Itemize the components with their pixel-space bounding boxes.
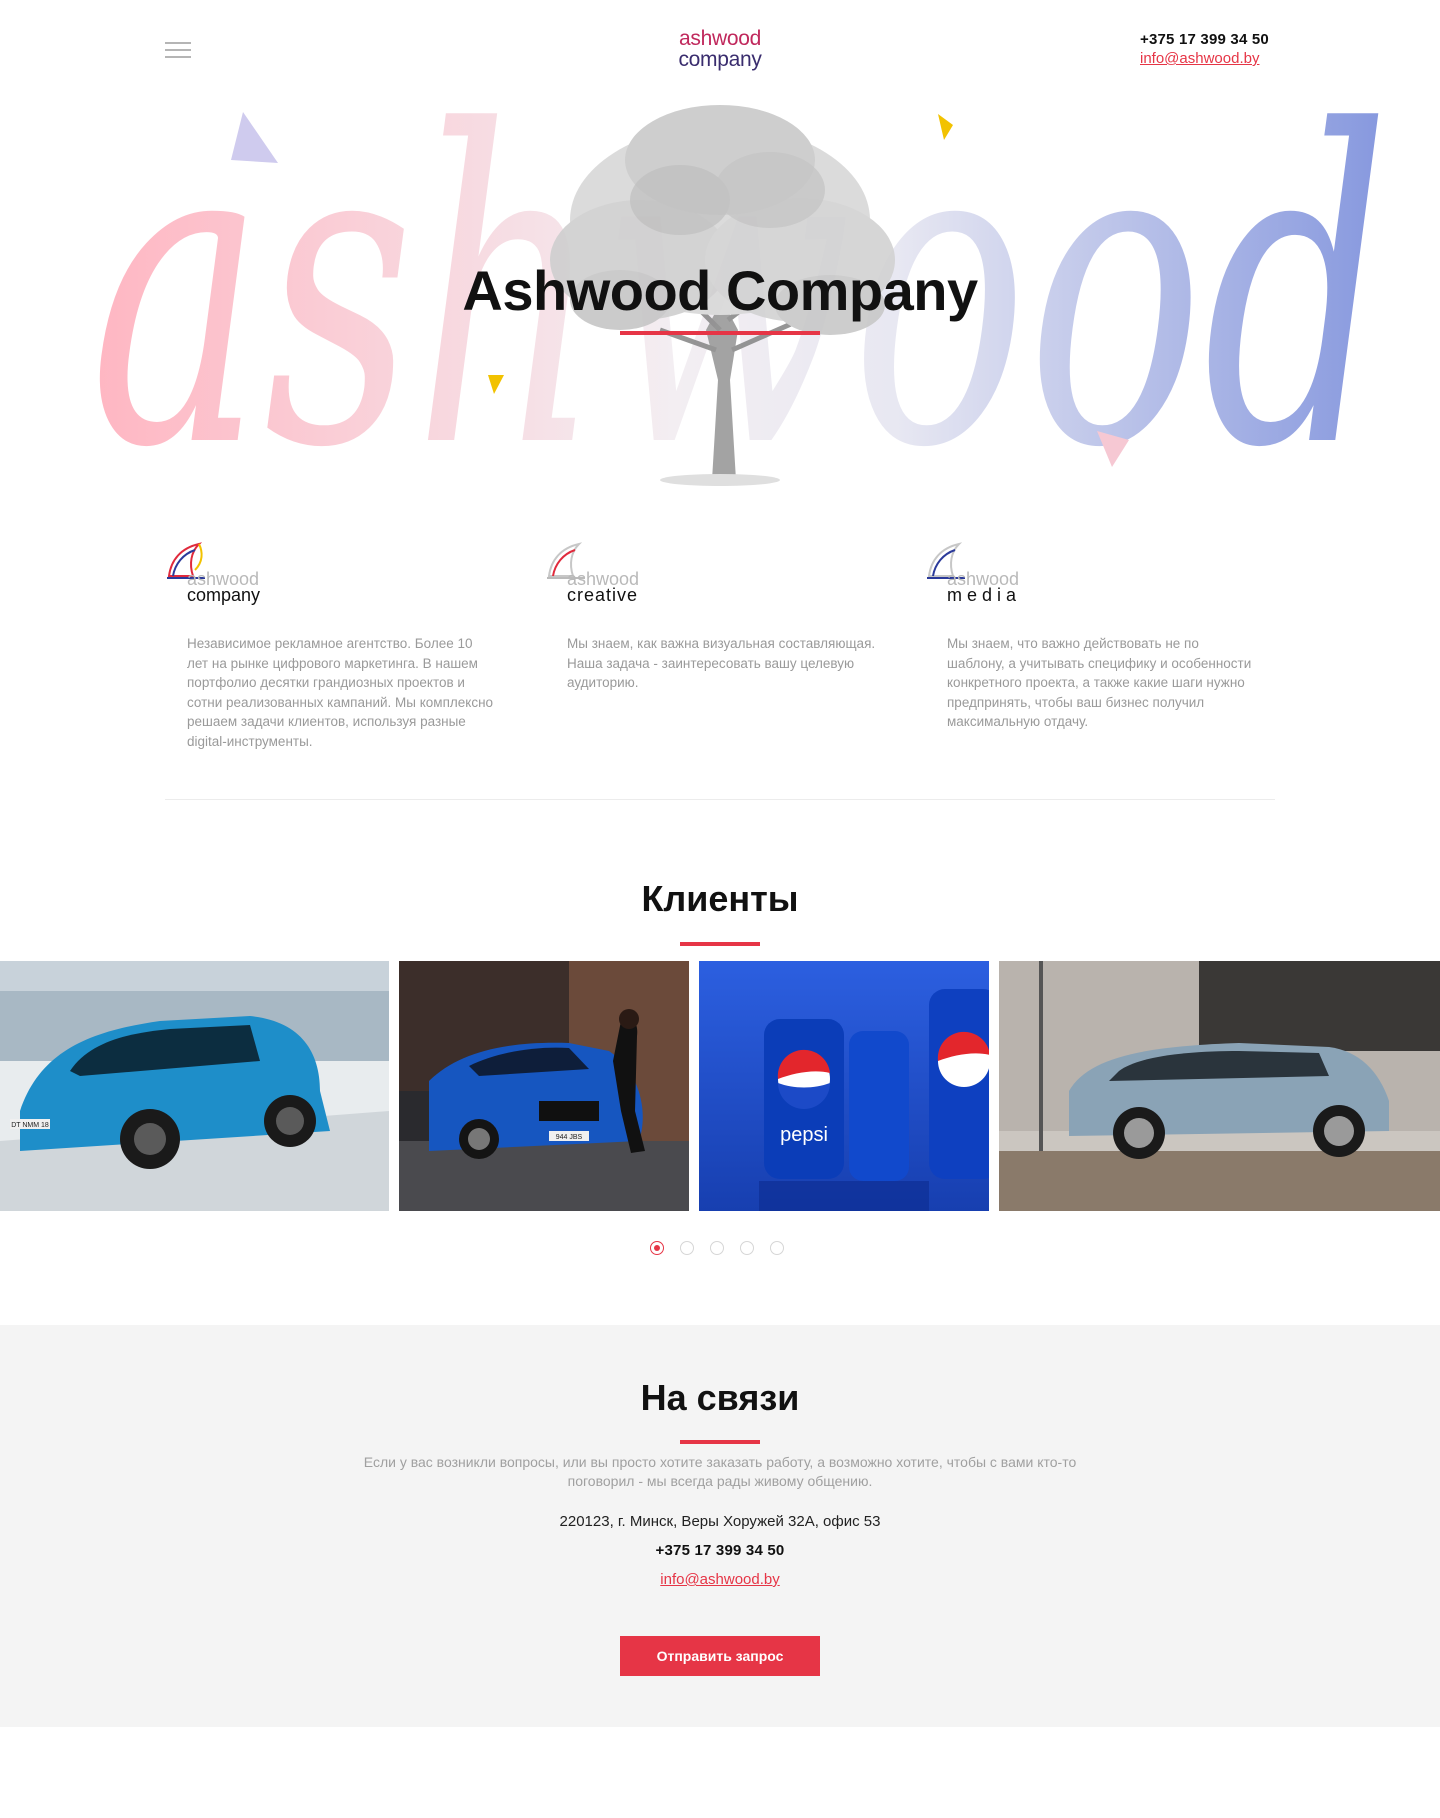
contact-title-underline (680, 1440, 760, 1444)
jaguar-plate-text: 944 JBS (556, 1134, 583, 1141)
brand-description: Мы знаем, как важна визуальная составляю… (567, 636, 876, 690)
client-slide-pepsi[interactable]: pepsi (699, 961, 989, 1211)
brand-card-company: ashwood company Независимое рекламное аг… (165, 536, 505, 751)
client-image-pepsi: pepsi (699, 961, 989, 1211)
client-slide-nissan[interactable]: DT NMM 18 (0, 961, 389, 1211)
client-slide-jaguar[interactable]: 944 JBS (399, 961, 689, 1211)
slider-dot-3[interactable] (710, 1241, 724, 1255)
clients-slider[interactable]: DT NMM 18 944 JBS pepsi (0, 961, 1440, 1211)
pepsi-can-text: pepsi (780, 1124, 828, 1146)
slider-dot-1[interactable] (650, 1241, 664, 1255)
brand-logo-company: ashwood company (165, 536, 325, 608)
client-image-nissan: DT NMM 18 (0, 961, 389, 1211)
brand-logo-bottom-text: creative (567, 585, 639, 605)
hero-title: Ashwood Company (462, 259, 978, 322)
contact-email: info@ashwood.by (0, 1571, 1440, 1588)
brand-logo-bottom-text: company (187, 585, 261, 605)
header-contacts: +375 17 399 34 50 info@ashwood.by (1140, 30, 1280, 68)
brand-description: Мы знаем, что важно действовать не по ша… (947, 636, 1252, 729)
header-logo-line1: ashwood (679, 27, 761, 50)
contact-section: На связи Если у вас возникли вопросы, ил… (0, 1325, 1440, 1727)
contact-lead-text: Если у вас возникли вопросы, или вы прос… (363, 1454, 1077, 1489)
send-request-button[interactable]: Отправить запрос (620, 1636, 820, 1676)
contact-address: 220123, г. Минск, Веры Хоружей 32А, офис… (559, 1513, 881, 1530)
slider-dot-2[interactable] (680, 1241, 694, 1255)
contact-phone[interactable]: +375 17 399 34 50 (0, 1542, 1440, 1559)
header-logo[interactable]: ashwood company (660, 28, 780, 70)
section-divider (165, 799, 1275, 800)
slider-dot-4[interactable] (740, 1241, 754, 1255)
brand-card-media: ashwood media Мы знаем, что важно действ… (925, 536, 1265, 732)
header-email-link[interactable]: info@ashwood.by (1140, 49, 1280, 68)
header-logo-line2: company (678, 48, 762, 71)
brands-section: ashwood company Независимое рекламное аг… (165, 536, 1275, 756)
client-image-range-rover (999, 961, 1440, 1211)
hero-title-underline (620, 331, 820, 335)
hamburger-menu-icon[interactable] (165, 40, 191, 60)
brand-description: Независимое рекламное агентство. Более 1… (187, 636, 494, 749)
brand-card-creative: ashwood creative Мы знаем, как важна виз… (545, 536, 885, 693)
client-slide-range-rover[interactable] (999, 961, 1440, 1211)
nissan-plate-text: DT NMM 18 (11, 1122, 49, 1129)
contact-title: На связи (640, 1377, 800, 1418)
slider-dot-5[interactable] (770, 1241, 784, 1255)
header-phone[interactable]: +375 17 399 34 50 (1140, 30, 1280, 49)
brand-logo-creative: ashwood creative (545, 536, 705, 608)
hero-section: ashwood ashwood company +375 17 399 34 5… (0, 0, 1440, 520)
client-image-jaguar: 944 JBS (399, 961, 689, 1211)
brand-logo-media: ashwood media (925, 536, 1085, 608)
clients-title: Клиенты (641, 878, 799, 919)
clients-title-underline (680, 942, 760, 946)
contact-email-link[interactable]: info@ashwood.by (660, 1571, 779, 1588)
brand-logo-bottom-text: media (947, 585, 1022, 605)
slider-pagination (650, 1241, 790, 1255)
